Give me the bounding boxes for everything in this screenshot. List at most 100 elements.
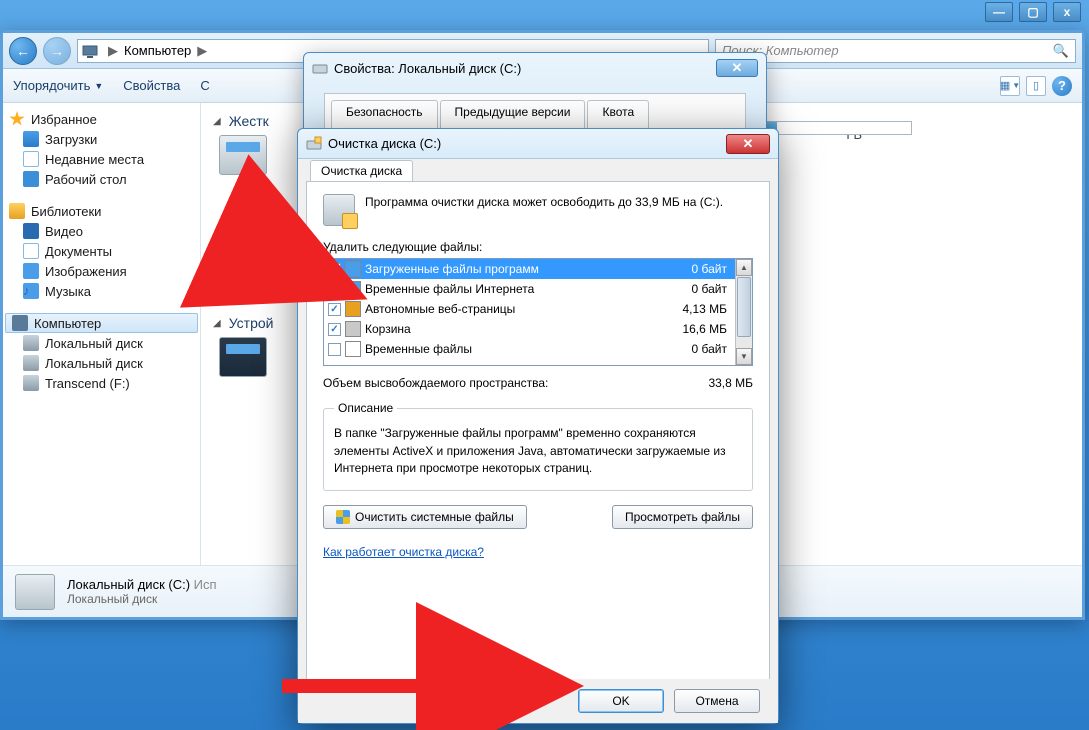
chevron-right-icon: ▶ — [102, 43, 124, 59]
cleanup-message: Программа очистки диска может освободить… — [365, 194, 723, 211]
cancel-button[interactable]: Отмена — [674, 689, 760, 713]
sidebar-item-downloads[interactable]: Загрузки — [3, 129, 200, 149]
sidebar-item-local-disk-d[interactable]: Локальный диск — [3, 353, 200, 373]
checkbox[interactable] — [328, 343, 341, 356]
file-icon — [345, 321, 361, 337]
disk-icon — [312, 60, 328, 76]
star-icon — [9, 111, 25, 127]
downloads-icon — [23, 131, 39, 147]
chevron-down-icon: ▼ — [94, 81, 103, 91]
scrollbar[interactable]: ▲ ▼ — [735, 259, 752, 365]
total-value: 33,8 МБ — [708, 376, 753, 390]
checkbox[interactable]: ✓ — [328, 283, 341, 296]
shield-icon — [336, 510, 350, 524]
sidebar-item-music[interactable]: ♪Музыка — [3, 281, 200, 301]
help-link[interactable]: Как работает очистка диска? — [323, 545, 484, 559]
forward-button[interactable]: → — [43, 37, 71, 65]
close-button[interactable]: x — [1053, 2, 1081, 22]
sidebar-item-documents[interactable]: Документы — [3, 241, 200, 261]
sidebar-computer[interactable]: Компьютер — [5, 313, 198, 333]
scroll-thumb[interactable] — [737, 277, 751, 337]
maximize-button[interactable]: ▢ — [1019, 2, 1047, 22]
libraries-icon — [9, 203, 25, 219]
view-files-button[interactable]: Просмотреть файлы — [612, 505, 753, 529]
scroll-down-button[interactable]: ▼ — [736, 348, 752, 365]
description-text: В папке "Загруженные файлы программ" вре… — [334, 425, 742, 477]
dialog-footer: OK Отмена — [298, 679, 778, 723]
checkbox[interactable]: ✓ — [328, 323, 341, 336]
view-button[interactable]: ▦▼ — [1000, 76, 1020, 96]
file-size: 16,6 МБ — [661, 322, 731, 336]
search-icon: 🔍 — [1053, 43, 1069, 59]
file-icon — [345, 341, 361, 357]
file-name: Автономные веб-страницы — [365, 302, 657, 316]
file-list: ✓ Загруженные файлы программ 0 байт ✓ Времен… — [323, 258, 753, 366]
sidebar-item-images[interactable]: Изображения — [3, 261, 200, 281]
disk-cleanup-icon — [323, 194, 355, 226]
close-button[interactable]: ✕ — [716, 59, 758, 77]
preview-pane-button[interactable]: ▯ — [1026, 76, 1046, 96]
checkbox[interactable]: ✓ — [328, 303, 341, 316]
window-controls: — ▢ x — [985, 2, 1081, 22]
close-button[interactable]: ✕ — [726, 134, 770, 154]
disk-icon — [23, 375, 39, 391]
chevron-down-icon: ◢ — [213, 318, 221, 329]
drive-icon — [219, 337, 267, 377]
cleanup-titlebar[interactable]: Очистка диска (C:) ✕ — [298, 129, 778, 159]
breadcrumb-label: Компьютер — [124, 43, 191, 58]
file-name: Корзина — [365, 322, 657, 336]
file-name: Временные файлы — [365, 342, 657, 356]
disk-cleanup-icon — [306, 136, 322, 152]
file-size: 0 байт — [661, 342, 731, 356]
video-icon — [23, 223, 39, 239]
file-list-row[interactable]: ✓ Временные файлы Интернета 0 байт — [324, 279, 735, 299]
file-name: Загруженные файлы программ — [365, 262, 657, 276]
tab-cleanup[interactable]: Очистка диска — [310, 160, 413, 182]
checkbox[interactable]: ✓ — [328, 263, 341, 276]
disk-icon — [23, 335, 39, 351]
delete-files-label: Удалить следующие файлы: — [323, 240, 753, 254]
disk-cleanup-dialog: Очистка диска (C:) ✕ Очистка диска Прогр… — [297, 128, 779, 724]
sidebar-item-video[interactable]: Видео — [3, 221, 200, 241]
disk-icon — [23, 355, 39, 371]
minimize-button[interactable]: — — [985, 2, 1013, 22]
sidebar-item-recent[interactable]: Недавние места — [3, 149, 200, 169]
images-icon — [23, 263, 39, 279]
computer-icon — [12, 315, 28, 331]
search-input[interactable]: Поиск: Компьютер 🔍 — [715, 39, 1076, 63]
sidebar-item-local-disk-c[interactable]: Локальный диск — [3, 333, 200, 353]
sidebar-item-transcend[interactable]: Transcend (F:) — [3, 373, 200, 393]
documents-icon — [23, 243, 39, 259]
description-legend: Описание — [334, 400, 397, 417]
sidebar-item-desktop[interactable]: Рабочий стол — [3, 169, 200, 189]
sidebar: Избранное Загрузки Недавние места Рабочи… — [3, 103, 201, 565]
ok-button[interactable]: OK — [578, 689, 664, 713]
file-list-row[interactable]: ✓Загруженные файлы программ0 байт — [324, 259, 735, 279]
details-title: Локальный диск (C:) — [67, 577, 190, 592]
description-group: Описание В папке "Загруженные файлы прог… — [323, 400, 753, 491]
properties-title-text: Свойства: Локальный диск (C:) — [334, 61, 521, 76]
file-size: 0 байт — [661, 282, 731, 296]
sidebar-favorites[interactable]: Избранное — [3, 109, 200, 129]
toolbar-more[interactable]: С — [200, 78, 209, 93]
chevron-right-icon: ▶ — [191, 43, 213, 59]
properties-button[interactable]: Свойства — [123, 78, 180, 93]
file-icon — [345, 281, 361, 297]
help-button[interactable]: ? — [1052, 76, 1072, 96]
file-list-row[interactable]: ✓ Корзина 16,6 МБ — [324, 319, 735, 339]
scroll-up-button[interactable]: ▲ — [736, 259, 752, 276]
properties-dialog: Свойства: Локальный диск (C:) ✕ Безопасн… — [303, 52, 767, 140]
file-size: 4,13 МБ — [661, 302, 731, 316]
recent-icon — [23, 151, 39, 167]
back-button[interactable]: ← — [9, 37, 37, 65]
properties-titlebar[interactable]: Свойства: Локальный диск (C:) ✕ — [304, 53, 766, 83]
file-list-row[interactable]: ✓ Автономные веб-страницы 4,13 МБ — [324, 299, 735, 319]
details-used-label: Исп — [194, 577, 217, 592]
file-list-row[interactable]: Временные файлы 0 байт — [324, 339, 735, 359]
organize-menu[interactable]: Упорядочить▼ — [13, 78, 103, 93]
music-icon: ♪ — [23, 283, 39, 299]
file-name: Временные файлы Интернета — [365, 282, 657, 296]
clean-system-files-button[interactable]: Очистить системные файлы — [323, 505, 527, 529]
sidebar-libraries[interactable]: Библиотеки — [3, 201, 200, 221]
drive-icon — [219, 135, 267, 175]
